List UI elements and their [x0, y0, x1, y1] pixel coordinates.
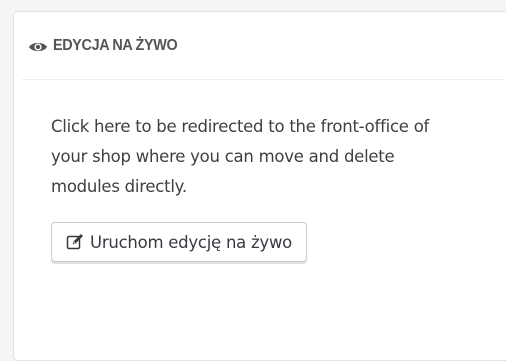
live-edit-panel: EDYCJA NA ŻYWO Click here to be redirect…: [13, 11, 506, 361]
panel-heading: EDYCJA NA ŻYWO: [22, 12, 504, 80]
panel-body: Click here to be redirected to the front…: [14, 80, 506, 262]
panel-description: Click here to be redirected to the front…: [51, 117, 430, 196]
edit-icon: [66, 233, 84, 251]
eye-icon: [28, 39, 48, 53]
launch-live-edit-button[interactable]: Uruchom edycję na żywo: [51, 222, 308, 262]
launch-live-edit-label: Uruchom edycję na żywo: [90, 232, 293, 252]
panel-title: EDYCJA NA ŻYWO: [53, 36, 178, 54]
